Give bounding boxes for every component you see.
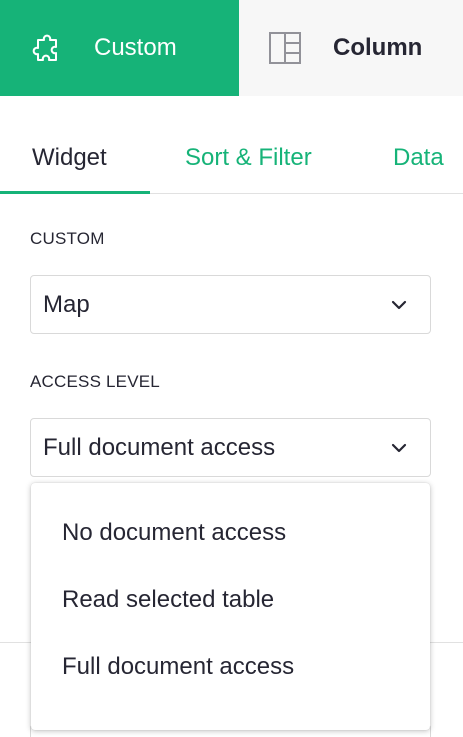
chevron-down-icon <box>390 296 408 314</box>
right-panel: Custom Column Widget Sort & Filter Data … <box>0 0 463 737</box>
tab-column-label: Column <box>333 34 423 61</box>
access-level-menu: No document access Read selected table F… <box>31 483 430 730</box>
panel-top-tabs: Custom Column <box>0 0 463 96</box>
chevron-down-icon <box>390 439 408 457</box>
access-level-select[interactable]: Full document access <box>30 418 431 477</box>
menu-item-read-table[interactable]: Read selected table <box>31 566 430 633</box>
puzzle-icon <box>30 31 64 65</box>
access-level-label: ACCESS LEVEL <box>30 372 160 391</box>
access-level-select-value: Full document access <box>43 433 276 461</box>
custom-section-label: CUSTOM <box>30 229 105 248</box>
subtab-data[interactable]: Data <box>393 144 444 172</box>
custom-widget-select[interactable]: Map <box>30 275 431 334</box>
active-tab-underline <box>0 191 150 194</box>
menu-item-full-access[interactable]: Full document access <box>31 633 430 700</box>
tab-custom-label: Custom <box>94 34 177 61</box>
subtab-widget[interactable]: Widget <box>32 144 107 172</box>
column-layout-icon <box>268 31 302 65</box>
subtab-sort-filter[interactable]: Sort & Filter <box>185 144 312 172</box>
tab-custom[interactable]: Custom <box>0 0 239 96</box>
sub-tabs: Widget Sort & Filter Data <box>0 130 463 194</box>
menu-item-no-access[interactable]: No document access <box>31 499 430 566</box>
tab-column[interactable]: Column <box>239 0 463 96</box>
custom-widget-select-value: Map <box>43 290 90 318</box>
